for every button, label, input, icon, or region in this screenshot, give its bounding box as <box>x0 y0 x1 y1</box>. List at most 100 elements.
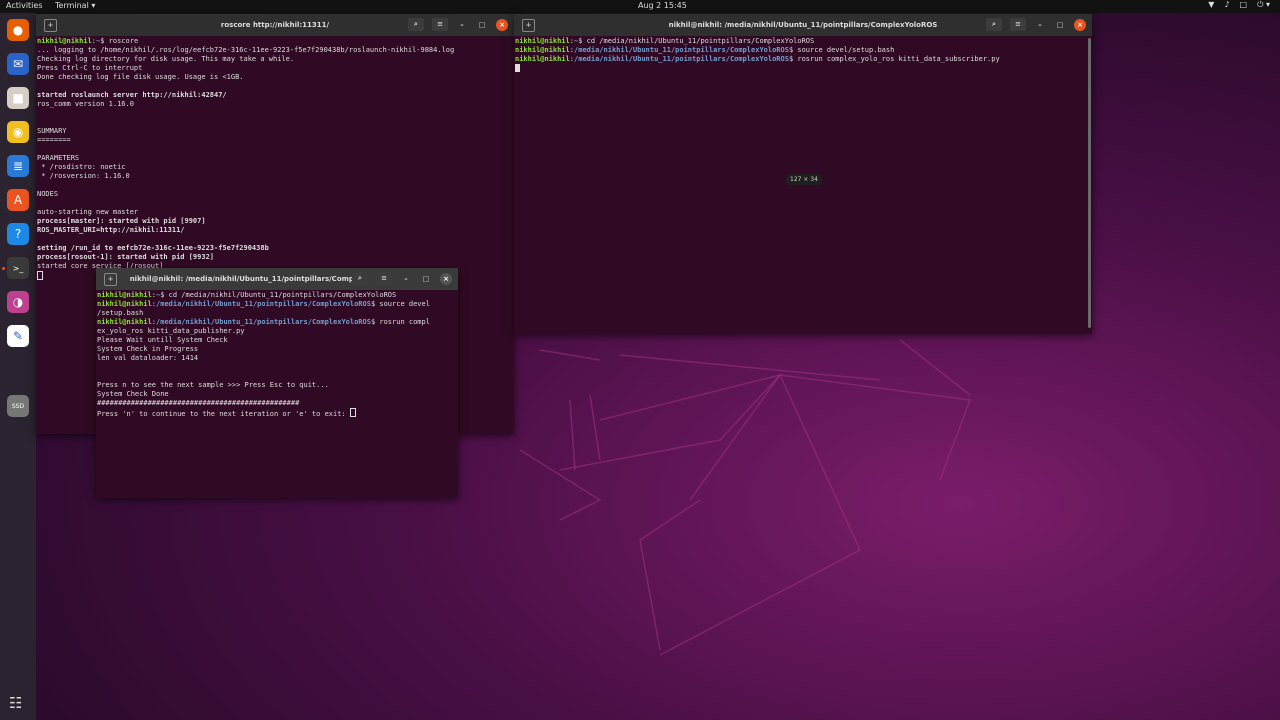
terminal-line: Please Wait untill System Check <box>97 336 457 345</box>
terminal-window-publisher[interactable]: + nikhil@nikhil: /media/nikhil/Ubuntu_11… <box>96 268 458 498</box>
dock-thunderbird[interactable]: ✉ <box>7 53 29 75</box>
terminal-line: ... logging to /home/nikhil/.ros/log/eef… <box>37 46 513 55</box>
titlebar[interactable]: + roscore http://nikhil:11311/ ⌕ ≡ – □ × <box>36 14 514 36</box>
hamburger-menu-icon[interactable]: ≡ <box>432 18 448 31</box>
close-button[interactable]: × <box>1074 18 1086 31</box>
output-text: NODES <box>37 190 59 198</box>
dock-files[interactable]: ■ <box>7 87 29 109</box>
maximize-button[interactable]: □ <box>1054 19 1066 31</box>
clock[interactable]: Aug 2 15:45 <box>638 1 687 10</box>
prompt-path: /media/nikhil/Ubuntu_11/pointpillars/Com… <box>156 318 371 326</box>
thunderbird-icon: ✉ <box>12 57 24 71</box>
close-button[interactable]: × <box>496 18 508 31</box>
output-text: System Check Done <box>97 390 169 398</box>
dock-writer[interactable]: ≣ <box>7 155 29 177</box>
maximize-button[interactable]: □ <box>420 273 432 285</box>
terminal-line: ########################################… <box>97 399 457 408</box>
output-text: ros_comm version 1.16.0 <box>37 100 134 108</box>
terminal-line <box>37 109 513 118</box>
dock-firefox[interactable]: ● <box>7 19 29 41</box>
terminal-output[interactable]: nikhil@nikhil:~$ roscore... logging to /… <box>36 36 514 283</box>
terminal-output[interactable]: nikhil@nikhil:~$ cd /media/nikhil/Ubuntu… <box>514 36 1092 75</box>
output-text: PARAMETERS <box>37 154 80 162</box>
dock-text-editor[interactable]: ✎ <box>7 325 29 347</box>
dock-software[interactable]: A <box>7 189 29 211</box>
dock-rhythmbox[interactable]: ◉ <box>7 121 29 143</box>
search-icon[interactable]: ⌕ <box>408 18 424 31</box>
dock-help[interactable]: ? <box>7 223 29 245</box>
terminal-line: ex_yolo_ros kitti_data_publisher.py <box>97 327 457 336</box>
new-tab-icon[interactable]: + <box>44 19 57 32</box>
terminal-line: nikhil@nikhil:~$ roscore <box>37 37 513 46</box>
system-tray[interactable]: ▼ ♪ □ ⏻ ▾ <box>1208 0 1270 10</box>
activities-button[interactable]: Activities <box>6 1 43 10</box>
output-text: Press Ctrl-C to interrupt <box>37 64 143 72</box>
dock-color-picker[interactable]: ◑ <box>7 291 29 313</box>
window-title: roscore http://nikhil:11311/ <box>220 21 330 29</box>
terminal-line <box>37 82 513 91</box>
minimize-button[interactable]: – <box>400 273 412 285</box>
output-text: len val dataloader: 1414 <box>97 354 199 362</box>
terminal-line: nikhil@nikhil:~$ cd /media/nikhil/Ubuntu… <box>515 37 1091 46</box>
prompt-user: nikhil@nikhil <box>515 55 570 63</box>
close-button[interactable]: × <box>440 272 452 285</box>
terminal-line <box>37 199 513 208</box>
terminal-line: PARAMETERS <box>37 154 513 163</box>
command-text: $ rosrun compl <box>370 318 430 326</box>
network-icon: ▼ <box>1208 0 1215 9</box>
minimize-button[interactable]: – <box>456 19 468 31</box>
output-text: Press 'n' to continue to the next iterat… <box>97 410 350 418</box>
terminal-line <box>37 235 513 244</box>
terminal-line: nikhil@nikhil:/media/nikhil/Ubuntu_11/po… <box>515 55 1091 64</box>
text-cursor <box>515 64 520 72</box>
command-text: $ rosrun complex_yolo_ros kitti_data_sub… <box>788 55 1000 63</box>
terminal-line: nikhil@nikhil:/media/nikhil/Ubuntu_11/po… <box>515 46 1091 55</box>
command-text: $ cd /media/nikhil/Ubuntu_11/pointpillar… <box>160 291 397 299</box>
output-text: ########################################… <box>97 399 300 407</box>
battery-icon: □ <box>1239 0 1248 9</box>
output-text: ======== <box>37 136 71 144</box>
terminal-line: nikhil@nikhil:~$ cd /media/nikhil/Ubuntu… <box>97 291 457 300</box>
terminal-line: * /rosversion: 1.16.0 <box>37 172 513 181</box>
show-apps-grid-icon[interactable]: ☷ <box>9 694 22 712</box>
search-icon[interactable]: ⌕ <box>352 272 368 285</box>
terminal-output[interactable]: nikhil@nikhil:~$ cd /media/nikhil/Ubuntu… <box>96 290 458 420</box>
new-tab-icon[interactable]: + <box>522 19 535 32</box>
terminal-line: ros_comm version 1.16.0 <box>37 100 513 109</box>
new-tab-icon[interactable]: + <box>104 273 117 286</box>
terminal-line: nikhil@nikhil:/media/nikhil/Ubuntu_11/po… <box>97 300 457 309</box>
maximize-button[interactable]: □ <box>476 19 488 31</box>
hamburger-menu-icon[interactable]: ≡ <box>376 272 392 285</box>
terminal-line <box>37 145 513 154</box>
prompt-user: nikhil@nikhil <box>515 37 570 45</box>
hamburger-menu-icon[interactable]: ≡ <box>1010 18 1026 31</box>
terminal-line: ROS_MASTER_URI=http://nikhil:11311/ <box>37 226 513 235</box>
terminal-line: auto-starting new master <box>37 208 513 217</box>
titlebar[interactable]: + nikhil@nikhil: /media/nikhil/Ubuntu_11… <box>514 14 1092 36</box>
prompt-user: nikhil@nikhil <box>97 291 152 299</box>
dock-terminal[interactable]: >_ <box>7 257 29 279</box>
minimize-button[interactable]: – <box>1034 19 1046 31</box>
terminal-line: started roslaunch server http://nikhil:4… <box>37 91 513 100</box>
terminal-line <box>97 372 457 381</box>
volume-icon: ♪ <box>1224 0 1230 9</box>
output-text: auto-starting new master <box>37 208 139 216</box>
scrollbar[interactable] <box>1088 38 1091 328</box>
prompt-user: nikhil@nikhil <box>515 46 570 54</box>
dock-ssd[interactable]: SSD <box>7 395 29 417</box>
app-menu-terminal[interactable]: Terminal ▾ <box>55 1 95 10</box>
text-cursor <box>37 271 43 280</box>
text-cursor <box>349 408 356 417</box>
terminal-line: Press n to see the next sample >>> Press… <box>97 381 457 390</box>
window-size-tooltip: 127 × 34 <box>786 174 822 185</box>
output-text: /setup.bash <box>97 309 144 317</box>
titlebar[interactable]: + nikhil@nikhil: /media/nikhil/Ubuntu_11… <box>96 268 458 290</box>
output-text: Press n to see the next sample >>> Press… <box>97 381 329 389</box>
search-icon[interactable]: ⌕ <box>986 18 1002 31</box>
rhythmbox-icon: ◉ <box>12 125 24 139</box>
top-bar: Activities Terminal ▾ Aug 2 15:45 ▼ ♪ □ … <box>0 0 1280 13</box>
